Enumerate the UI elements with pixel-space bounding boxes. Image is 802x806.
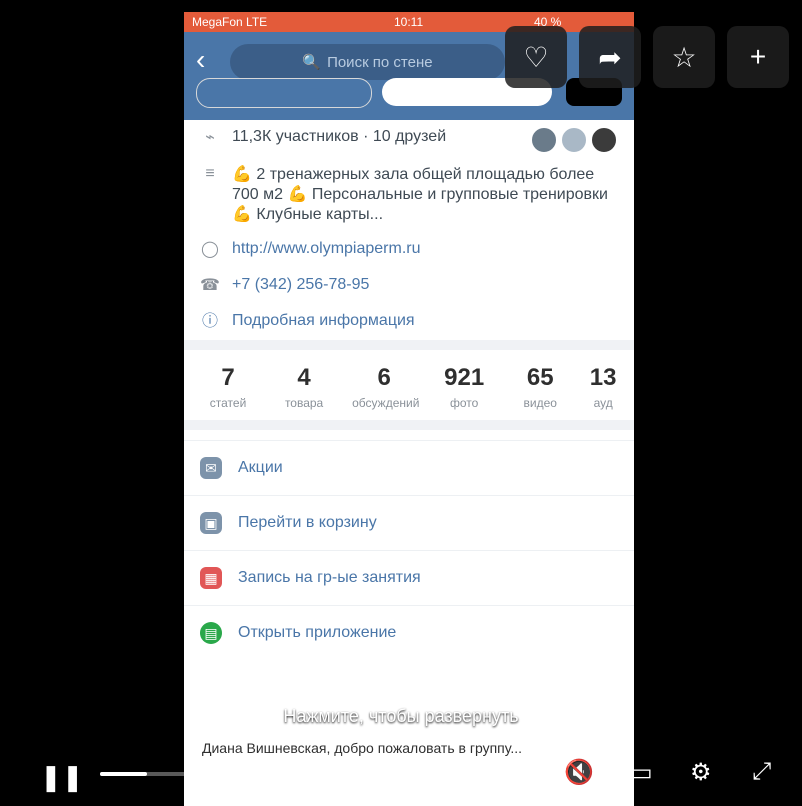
divider [184, 340, 634, 350]
expand-icon: ⤢ [752, 758, 772, 785]
group-actions [184, 78, 634, 120]
app-icon: ▤ [200, 622, 222, 644]
stat-label: ауд [593, 396, 613, 410]
like-button[interactable]: ♡ [505, 26, 567, 88]
stat-audio[interactable]: 13 ауд [588, 364, 618, 410]
phone-row[interactable]: ☎ +7 (342) 256-78-95 [184, 268, 634, 304]
search-placeholder: Поиск по стене [327, 53, 433, 71]
menu-item-cart[interactable]: ▣ Перейти в корзину [184, 495, 634, 550]
search-input[interactable]: 🔍 Поиск по стене [230, 44, 505, 80]
mail-icon: ✉ [200, 457, 222, 479]
chevron-left-icon: ‹ [196, 44, 206, 75]
avatar [590, 126, 618, 154]
stat-value: 7 [221, 364, 235, 391]
stat-value: 921 [444, 364, 485, 391]
phone-link[interactable]: +7 (342) 256-78-95 [232, 276, 618, 294]
rss-icon: ⌁ [205, 129, 215, 146]
stat-label: фото [449, 396, 479, 410]
phone-screen: MegaFon LTE 10:11 40 % ‹ 🔍 Поиск по стен… [184, 12, 634, 806]
menu-item-label: Запись на гр-ые занятия [238, 569, 421, 586]
pause-button[interactable]: ❚❚ [40, 762, 84, 793]
menu-item-label: Акции [238, 459, 283, 476]
carrier: MegaFon LTE [192, 15, 268, 29]
info-icon: ⓘ [201, 313, 218, 330]
menu-item-label: Открыть приложение [238, 624, 397, 641]
text-lines-icon: ≡ [205, 165, 215, 182]
globe-icon: ◯ [201, 241, 219, 258]
status-time: 10:11 [394, 15, 424, 29]
search-icon: 🔍 [302, 54, 322, 71]
stat-value: 65 [526, 364, 554, 391]
menu-item-label: Перейти в корзину [238, 514, 377, 531]
description-row[interactable]: ≡ 💪 2 тренажерных зала общей площадью бо… [184, 156, 634, 232]
volume-mute-icon: 🔇 [564, 759, 594, 786]
stat-label: видео [523, 396, 557, 410]
phone-icon: ☎ [200, 277, 220, 294]
gear-icon: ⚙ [690, 759, 712, 786]
current-time: 0:01 [500, 766, 532, 783]
calendar-icon: ▦ [200, 567, 222, 589]
avatar [560, 126, 588, 154]
star-icon: ☆ [671, 41, 697, 73]
more-info-row[interactable]: ⓘ Подробная информация [184, 304, 634, 340]
share-icon: ➦ [598, 41, 622, 73]
stat-videos[interactable]: 65 видео [512, 364, 568, 410]
stat-articles[interactable]: 7 статей [200, 364, 256, 410]
divider [184, 420, 634, 430]
mute-button[interactable]: 🔇 [564, 758, 594, 787]
back-button[interactable]: ‹ [196, 46, 205, 74]
stat-goods[interactable]: 4 товара [276, 364, 332, 410]
add-button[interactable]: + [727, 26, 789, 88]
more-info-link[interactable]: Подробная информация [232, 312, 618, 330]
group-content: ⌁ 11,3К участников · 10 друзей ≡ 💪 2 тре… [184, 120, 634, 660]
message-button[interactable] [196, 78, 372, 108]
favorite-button[interactable]: ☆ [653, 26, 715, 88]
stat-label: статей [209, 396, 247, 410]
group-menu: ✉ Акции ▣ Перейти в корзину ▦ Запись на … [184, 440, 634, 660]
menu-item-open-app[interactable]: ▤ Открыть приложение [184, 605, 634, 660]
fullscreen-button[interactable]: ⤢ [752, 758, 771, 786]
members-row[interactable]: ⌁ 11,3К участников · 10 друзей [184, 120, 634, 156]
stat-photos[interactable]: 921 фото [436, 364, 492, 410]
pause-icon: ❚❚ [40, 762, 84, 792]
stat-label: обсуждений [352, 396, 420, 410]
window-icon: ▭ [630, 759, 653, 786]
video-overlay-actions: ♡ ➦ ☆ + [505, 26, 789, 88]
stats-bar: 7 статей 4 товара 6 обсуждений 921 фото … [184, 350, 634, 420]
progress-fill [100, 772, 147, 776]
stat-value: 13 [589, 364, 617, 391]
progress-bar[interactable] [100, 772, 460, 776]
friends-avatars[interactable] [530, 126, 618, 154]
player-controls: ❚❚ 0:01 🔇 ▭ ⚙ ⤢ [0, 740, 802, 806]
menu-item-booking[interactable]: ▦ Запись на гр-ые занятия [184, 550, 634, 605]
settings-button[interactable]: ⚙ [690, 758, 712, 787]
stat-label: товара [284, 396, 324, 410]
avatar [530, 126, 558, 154]
share-button[interactable]: ➦ [579, 26, 641, 88]
website-link[interactable]: http://www.olympiaperm.ru [232, 240, 618, 258]
stat-value: 6 [377, 364, 391, 391]
cart-icon: ▣ [200, 512, 222, 534]
menu-item-promos[interactable]: ✉ Акции [184, 440, 634, 495]
description-text: 💪 2 тренажерных зала общей площадью боле… [232, 166, 608, 223]
video-frame: MegaFon LTE 10:11 40 % ‹ 🔍 Поиск по стен… [0, 0, 802, 806]
stat-discussions[interactable]: 6 обсуждений [352, 364, 420, 410]
website-row[interactable]: ◯ http://www.olympiaperm.ru [184, 232, 634, 268]
heart-icon: ♡ [523, 41, 549, 73]
stat-value: 4 [297, 364, 311, 391]
miniplayer-button[interactable]: ▭ [630, 758, 653, 787]
plus-icon: + [749, 41, 767, 72]
expand-caption[interactable]: Нажмите, чтобы развернуть [0, 706, 802, 727]
